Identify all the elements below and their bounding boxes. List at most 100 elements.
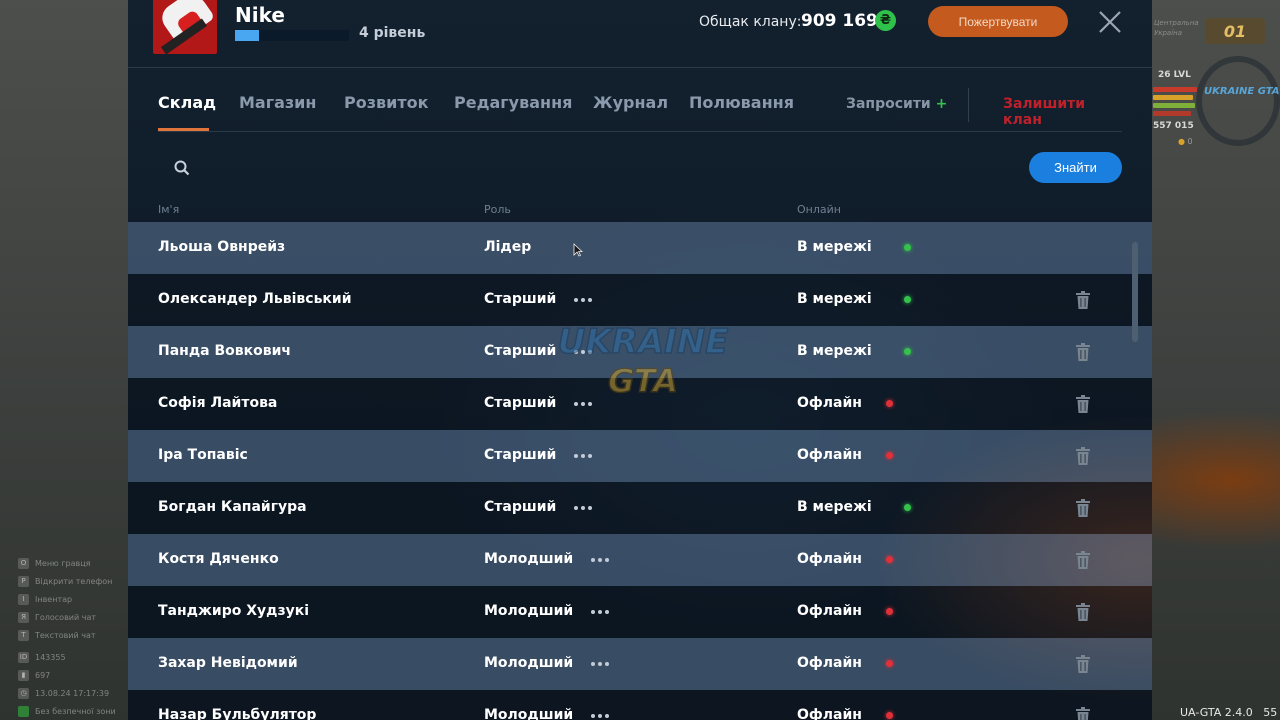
tab-hunting[interactable]: Полювання [689,93,794,112]
trash-icon[interactable] [1076,343,1090,361]
member-role: Старший [484,447,557,463]
member-name: Панда Вовкович [158,343,292,359]
tab-warehouse[interactable]: Склад [158,93,216,112]
trash-icon[interactable] [1076,603,1090,621]
hud-stat-bars [1153,84,1197,119]
member-name: Іра Топавіс [158,447,248,463]
health-bar [1153,87,1197,92]
member-role: Лідер [484,239,532,255]
hud-logo: UKRAINE GTA [1204,86,1280,97]
trash-icon[interactable] [1076,551,1090,569]
more-options-icon[interactable] [591,662,611,666]
clan-name: Nike [235,3,285,27]
tab-shop[interactable]: Магазин [239,93,316,112]
version-label: UA-GTA 2.4.0 55 [1180,706,1278,719]
close-icon[interactable] [1096,8,1124,36]
hud-money: 557 015 [1153,121,1194,131]
thirst-bar [1153,103,1195,108]
member-name: Софія Лайтова [158,395,278,411]
member-role: Молодший [484,707,574,720]
search-icon [173,159,191,177]
more-options-icon[interactable] [574,298,594,302]
hunger-bar [1153,95,1193,100]
member-status: Офлайн [797,447,862,463]
hud-hint: P Відкрити телефон [18,572,128,590]
shield-icon [18,705,29,717]
more-options-icon[interactable] [591,714,611,718]
watermark-line2: GTA [608,362,678,400]
tab-development[interactable]: Розвиток [344,93,428,112]
signal-icon: ▮ [18,669,29,681]
member-search: Знайти [158,152,1122,184]
table-row[interactable]: Богдан Капайгура Старший В мережі [128,482,1152,534]
clan-panel: Nike 4 рівень Общак клану: 909 169 ₴ Пож… [128,0,1152,720]
member-role: Молодший [484,655,574,671]
tab-editing[interactable]: Редагування [454,93,572,112]
table-row[interactable]: Танджиро Худзукі Молодший Офлайн [128,586,1152,638]
active-tab-underline [158,128,209,131]
member-status: Офлайн [797,655,862,671]
status-dot [886,608,893,615]
member-status: В мережі [797,343,872,359]
energy-bar [1153,111,1191,116]
trash-icon[interactable] [1076,395,1090,413]
table-row[interactable]: Назар Бульбулятор Молодший Офлайн [128,690,1152,720]
tab-journal[interactable]: Журнал [593,93,668,112]
member-name: Назар Бульбулятор [158,707,317,720]
hud-coins: ● 0 [1178,137,1193,146]
more-options-icon[interactable] [574,506,594,510]
plus-icon: + [935,96,948,112]
column-header-role: Роль [484,203,511,216]
status-dot [886,452,893,459]
member-status: В мережі [797,499,872,515]
trash-icon[interactable] [1076,291,1090,309]
status-dot [886,400,893,407]
more-options-icon[interactable] [591,610,611,614]
member-role: Старший [484,499,557,515]
more-options-icon[interactable] [591,558,611,562]
hud-level: 26 LVL [1158,70,1191,80]
leave-clan-button[interactable]: Залишити клан [1003,96,1122,128]
member-status: Офлайн [797,395,862,411]
status-dot [904,504,911,511]
member-status: В мережі [797,291,872,307]
column-header-name: Ім'я [158,203,180,216]
hud-hint: I Інвентар [18,590,128,608]
find-button[interactable]: Знайти [1029,152,1122,183]
clan-bank-label: Общак клану: [699,14,802,30]
clan-xp-bar [235,30,349,41]
hryvnia-coin-icon: ₴ [875,10,896,31]
member-name: Захар Невідомий [158,655,298,671]
trash-icon[interactable] [1076,707,1090,720]
hud-ping: ▮ 697 [18,666,128,684]
status-dot [904,244,911,251]
search-input[interactable] [198,154,1022,184]
more-options-icon[interactable] [574,454,594,458]
hud-hint: O Меню гравця [18,554,128,572]
table-row[interactable]: Захар Невідомий Молодший Офлайн [128,638,1152,690]
donate-button[interactable]: Пожертвувати [928,6,1068,37]
member-status: Офлайн [797,551,862,567]
trash-icon[interactable] [1076,499,1090,517]
trash-icon[interactable] [1076,655,1090,673]
member-name: Льоша Овнрейз [158,239,286,255]
status-dot [904,348,911,355]
invite-button[interactable]: Запросити + [846,96,947,112]
ukraine-gta-watermark: UKRAINE GTA [557,321,729,401]
status-dot [886,556,893,563]
coin-icon: ● [1178,137,1188,146]
hud-hint: Я Голосовий чат [18,608,128,626]
hud-status: Без безпечної зони [18,702,128,720]
table-row[interactable]: Костя Дяченко Молодший Офлайн [128,534,1152,586]
member-name: Олександер Львівський [158,291,352,307]
table-row[interactable]: Іра Топавіс Старший Офлайн [128,430,1152,482]
status-dot [904,296,911,303]
table-row[interactable]: Льоша Овнрейз Лідер В мережі [128,222,1152,274]
trash-icon[interactable] [1076,447,1090,465]
hud-hints: O Меню гравця P Відкрити телефон I Інвентар… [18,554,128,720]
members-table: Льоша Овнрейз Лідер В мережі Олександер … [128,222,1152,720]
clan-level: 4 рівень [359,25,426,41]
member-name: Богдан Капайгура [158,499,307,515]
member-status: В мережі [797,239,872,255]
scrollbar[interactable] [1132,242,1138,342]
